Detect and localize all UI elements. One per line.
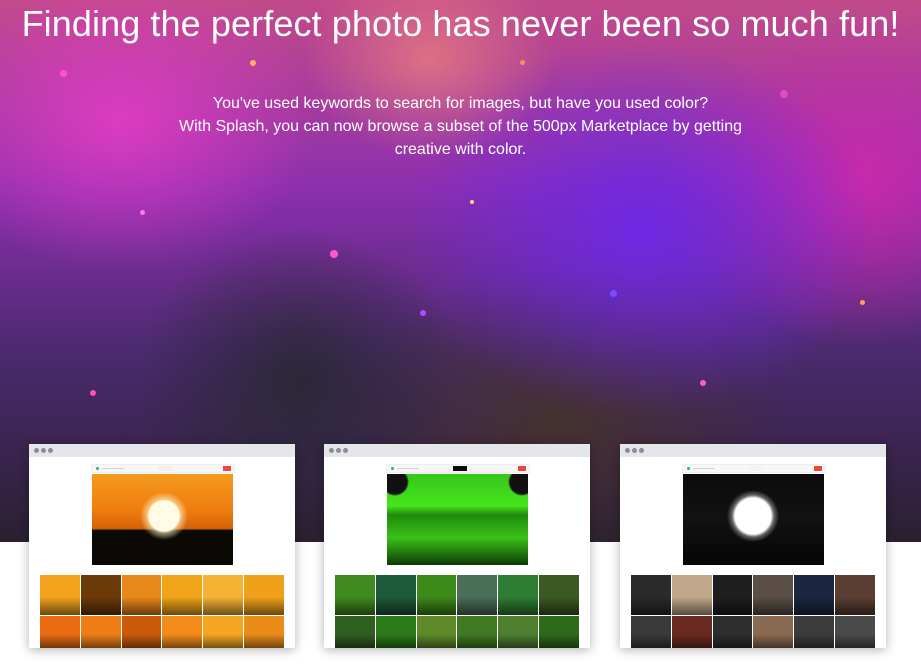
photo-thumbnail bbox=[244, 616, 284, 648]
mini-search-line bbox=[102, 468, 124, 469]
window-dot-icon bbox=[48, 448, 53, 453]
window-dot-icon bbox=[639, 448, 644, 453]
thumbnail-grid bbox=[631, 575, 875, 648]
photo-thumbnail bbox=[121, 575, 162, 615]
window-dot-icon bbox=[343, 448, 348, 453]
thumbnail-grid bbox=[335, 575, 579, 648]
window-dot-icon bbox=[625, 448, 630, 453]
photo-thumbnail bbox=[203, 575, 244, 615]
window-dot-icon bbox=[329, 448, 334, 453]
photo-thumbnail bbox=[794, 616, 835, 648]
mini-logo-icon bbox=[96, 467, 99, 470]
photo-thumbnail bbox=[753, 616, 794, 648]
photo-thumbnail bbox=[80, 616, 121, 648]
photo-thumbnail bbox=[244, 575, 284, 615]
window-dot-icon bbox=[41, 448, 46, 453]
photo-thumbnail bbox=[498, 616, 539, 648]
photo-thumbnail bbox=[80, 575, 121, 615]
powder-speck bbox=[140, 210, 145, 215]
mini-app-header bbox=[91, 464, 235, 473]
photo-thumbnail bbox=[539, 575, 579, 615]
hero-description: You've used keywords to search for image… bbox=[120, 92, 801, 161]
hero-description-line: With Splash, you can now browse a subset… bbox=[179, 118, 742, 135]
browser-chrome-bar bbox=[620, 444, 886, 457]
photo-thumbnail bbox=[631, 575, 671, 615]
photo-thumbnail bbox=[416, 616, 457, 648]
photo-thumbnail bbox=[712, 575, 753, 615]
photo-thumbnail bbox=[794, 575, 835, 615]
powder-speck bbox=[860, 300, 865, 305]
hero-description-line: You've used keywords to search for image… bbox=[212, 95, 709, 112]
powder-speck bbox=[610, 290, 617, 297]
powder-speck bbox=[60, 70, 67, 77]
color-preview-image bbox=[387, 474, 528, 565]
mini-buy-button bbox=[518, 466, 526, 471]
photo-thumbnail bbox=[203, 616, 244, 648]
window-dot-icon bbox=[632, 448, 637, 453]
photo-thumbnail bbox=[40, 616, 80, 648]
showcase-card-orange bbox=[29, 444, 295, 648]
photo-thumbnail bbox=[753, 575, 794, 615]
thumbnail-grid bbox=[40, 575, 284, 648]
browser-chrome-bar bbox=[29, 444, 295, 457]
photo-thumbnail bbox=[162, 616, 203, 648]
powder-speck bbox=[330, 250, 338, 258]
powder-speck bbox=[90, 390, 96, 396]
photo-thumbnail bbox=[498, 575, 539, 615]
photo-thumbnail bbox=[457, 616, 498, 648]
hero-description-line: creative with color. bbox=[394, 141, 527, 158]
photo-thumbnail bbox=[375, 575, 416, 615]
powder-speck bbox=[250, 60, 256, 66]
mini-color-swatch bbox=[453, 466, 467, 471]
mini-logo-icon bbox=[687, 467, 690, 470]
mini-buy-button bbox=[223, 466, 231, 471]
powder-speck bbox=[700, 380, 706, 386]
color-preview-image bbox=[683, 474, 824, 565]
photo-thumbnail bbox=[335, 575, 375, 615]
mini-logo-icon bbox=[391, 467, 394, 470]
photo-thumbnail bbox=[631, 616, 671, 648]
photo-thumbnail bbox=[712, 616, 753, 648]
powder-speck bbox=[470, 200, 474, 204]
photo-thumbnail bbox=[835, 616, 875, 648]
mini-search-line bbox=[397, 468, 419, 469]
photo-thumbnail bbox=[457, 575, 498, 615]
photo-thumbnail bbox=[375, 616, 416, 648]
color-preview-image bbox=[92, 474, 233, 565]
mini-color-swatch bbox=[158, 466, 172, 471]
photo-thumbnail bbox=[335, 616, 375, 648]
mini-app-header bbox=[386, 464, 530, 473]
mini-app-header bbox=[682, 464, 826, 473]
photo-thumbnail bbox=[40, 575, 80, 615]
powder-speck bbox=[520, 60, 525, 65]
showcase-card-green bbox=[324, 444, 590, 648]
mini-buy-button bbox=[814, 466, 822, 471]
photo-thumbnail bbox=[121, 616, 162, 648]
browser-chrome-bar bbox=[324, 444, 590, 457]
photo-thumbnail bbox=[835, 575, 875, 615]
showcase-card-monochrome bbox=[620, 444, 886, 648]
mini-color-swatch bbox=[749, 466, 763, 471]
photo-thumbnail bbox=[671, 616, 712, 648]
photo-thumbnail bbox=[162, 575, 203, 615]
window-dot-icon bbox=[336, 448, 341, 453]
photo-thumbnail bbox=[416, 575, 457, 615]
page-title: Finding the perfect photo has never been… bbox=[21, 3, 900, 44]
photo-thumbnail bbox=[671, 575, 712, 615]
photo-thumbnail bbox=[539, 616, 579, 648]
mini-search-line bbox=[693, 468, 715, 469]
window-dot-icon bbox=[34, 448, 39, 453]
powder-speck bbox=[420, 310, 426, 316]
